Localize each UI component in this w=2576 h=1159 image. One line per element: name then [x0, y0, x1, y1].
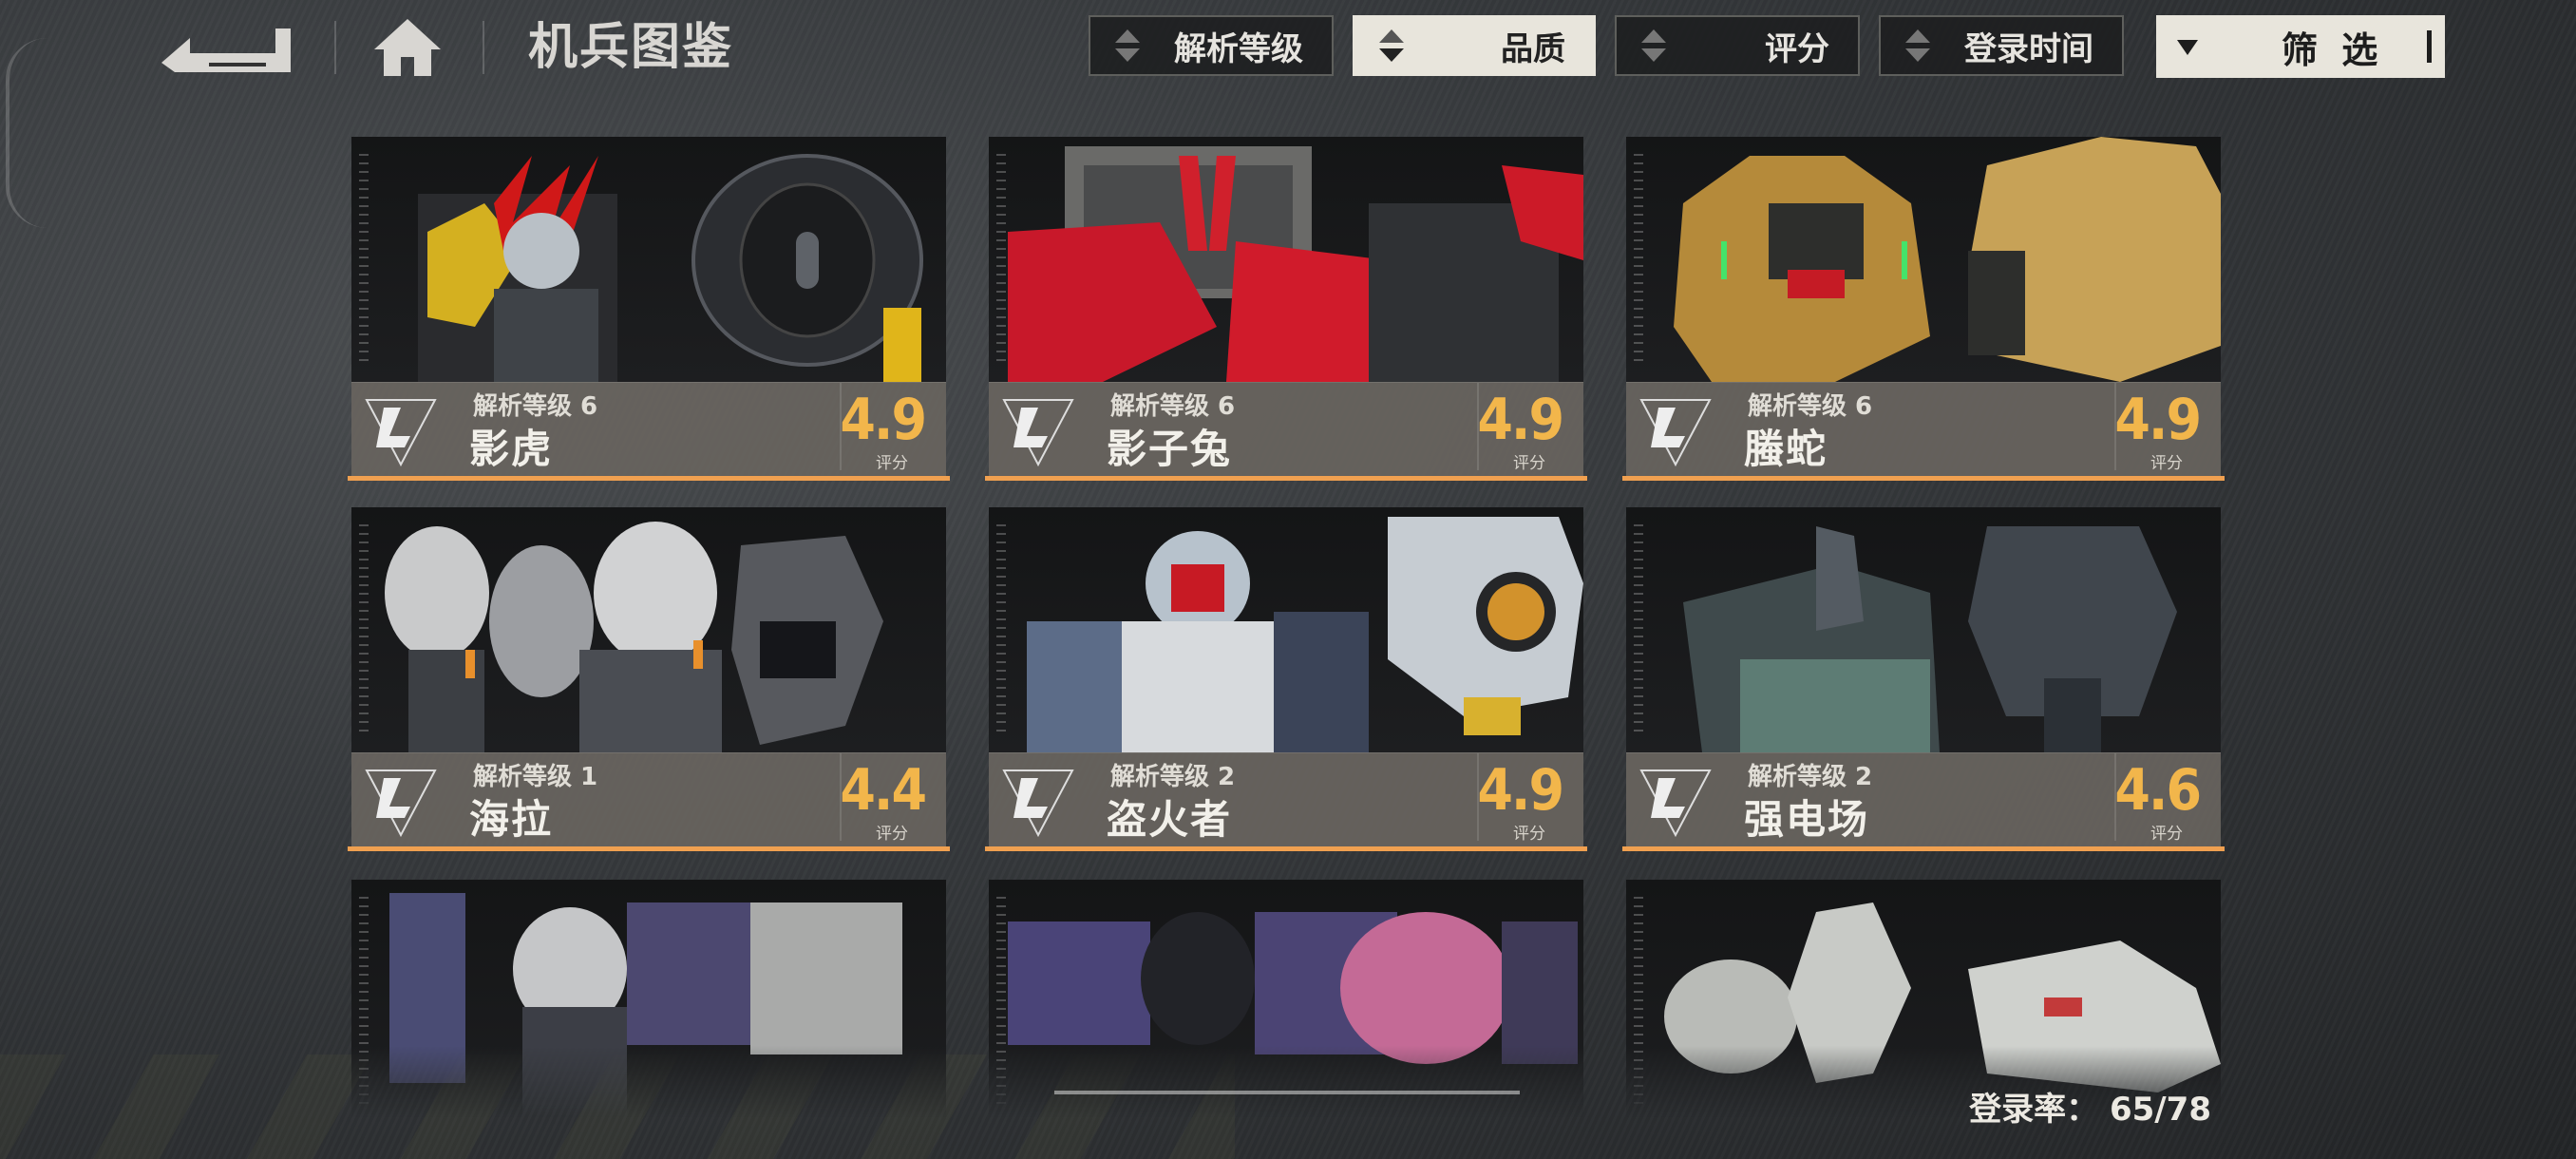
- mech-score: 4.6: [2114, 757, 2202, 824]
- sort-button-analysis-level[interactable]: 解析等级: [1089, 15, 1334, 76]
- mech-card[interactable]: [1626, 880, 2221, 1117]
- mech-card[interactable]: [351, 880, 946, 1117]
- sort-arrows-icon: [1902, 29, 1934, 62]
- mech-score: 4.4: [840, 757, 927, 824]
- mech-artwork: [351, 507, 946, 752]
- sort-label: 登录时间: [1964, 29, 2093, 68]
- mech-score: 4.9: [840, 387, 927, 453]
- mech-artwork: [989, 137, 1583, 382]
- mech-badge-icon: [365, 770, 437, 838]
- mech-info: 解析等级 2 强电场 4.6 评分: [1626, 752, 2221, 846]
- mech-artwork: [1626, 880, 2221, 1117]
- mech-artwork: [1626, 137, 2221, 382]
- sort-arrows-icon: [1638, 29, 1670, 62]
- mech-score: 4.9: [1477, 757, 1564, 824]
- home-button[interactable]: [372, 17, 443, 78]
- rarity-underline: [348, 846, 950, 851]
- divider: [334, 21, 336, 74]
- filter-bar: [2427, 30, 2432, 63]
- score-label: 评分: [2150, 454, 2183, 473]
- rarity-underline: [985, 846, 1587, 851]
- edge-decoration: [6, 38, 47, 228]
- mech-card[interactable]: [989, 880, 1583, 1117]
- sort-arrows-icon: [1111, 29, 1144, 62]
- rarity-underline: [1622, 476, 2225, 481]
- mech-info: 解析等级 1 海拉 4.4 评分: [351, 752, 946, 846]
- mech-info: 解析等级 6 影子兔 4.9 评分: [989, 382, 1583, 476]
- mech-name: 海拉: [469, 796, 554, 843]
- sort-label: 品质: [1501, 29, 1565, 68]
- mech-score: 4.9: [2114, 387, 2202, 453]
- mech-badge-icon: [1639, 399, 1712, 467]
- mech-name: 螣蛇: [1744, 426, 1828, 472]
- mech-name: 影子兔: [1107, 426, 1233, 472]
- divider: [483, 21, 484, 74]
- back-button[interactable]: [161, 19, 294, 76]
- rarity-underline: [348, 476, 950, 481]
- mech-artwork: [1626, 507, 2221, 752]
- filter-label: 筛 选: [2282, 28, 2384, 71]
- mech-name: 盗火者: [1107, 796, 1233, 843]
- mech-card[interactable]: 解析等级 6 影子兔 4.9 评分: [985, 137, 1587, 481]
- mech-artwork: [989, 880, 1583, 1117]
- mech-card[interactable]: 解析等级 2 强电场 4.6 评分: [1622, 507, 2225, 851]
- mech-score: 4.9: [1477, 387, 1564, 453]
- score-label: 评分: [876, 825, 908, 844]
- mech-card[interactable]: 解析等级 2 盗火者 4.9 评分: [985, 507, 1587, 851]
- mech-artwork: [989, 507, 1583, 752]
- sort-button-score[interactable]: 评分: [1615, 15, 1860, 76]
- sort-arrows-icon: [1375, 29, 1408, 62]
- sort-label: 评分: [1765, 29, 1829, 68]
- sort-label: 解析等级: [1174, 29, 1303, 68]
- mech-badge-icon: [365, 399, 437, 467]
- mech-card[interactable]: 解析等级 6 影虎 4.9 评分: [348, 137, 950, 481]
- horizontal-scroll-indicator[interactable]: [1054, 1091, 1520, 1094]
- rarity-underline: [985, 476, 1587, 481]
- mech-artwork: [351, 137, 946, 382]
- collection-value: 65/78: [2109, 1091, 2211, 1129]
- mech-name: 强电场: [1744, 796, 1870, 843]
- collection-label: 登录率：: [1969, 1091, 2099, 1129]
- page-title: 机兵图鉴: [528, 19, 734, 76]
- mech-name: 影虎: [469, 426, 554, 472]
- mech-info: 解析等级 6 螣蛇 4.9 评分: [1626, 382, 2221, 476]
- sort-button-quality[interactable]: 品质: [1353, 15, 1596, 76]
- filter-button[interactable]: 筛 选: [2156, 15, 2445, 78]
- mech-card[interactable]: 解析等级 6 螣蛇 4.9 评分: [1622, 137, 2225, 481]
- mech-card[interactable]: 解析等级 1 海拉 4.4 评分: [348, 507, 950, 851]
- mech-info: 解析等级 6 影虎 4.9 评分: [351, 382, 946, 476]
- rarity-underline: [1622, 846, 2225, 851]
- chevron-down-icon: [2177, 40, 2198, 55]
- mech-info: 解析等级 2 盗火者 4.9 评分: [989, 752, 1583, 846]
- home-icon: [374, 19, 441, 76]
- score-label: 评分: [1513, 454, 1545, 473]
- score-label: 评分: [1513, 825, 1545, 844]
- sort-button-login-time[interactable]: 登录时间: [1879, 15, 2124, 76]
- score-label: 评分: [876, 454, 908, 473]
- mech-artwork: [351, 880, 946, 1117]
- mech-badge-icon: [1639, 770, 1712, 838]
- collection-rate: 登录率： 65/78: [1969, 1083, 2211, 1130]
- score-label: 评分: [2150, 825, 2183, 844]
- mech-badge-icon: [1002, 770, 1074, 838]
- mech-badge-icon: [1002, 399, 1074, 467]
- back-arrow-icon: [161, 28, 291, 72]
